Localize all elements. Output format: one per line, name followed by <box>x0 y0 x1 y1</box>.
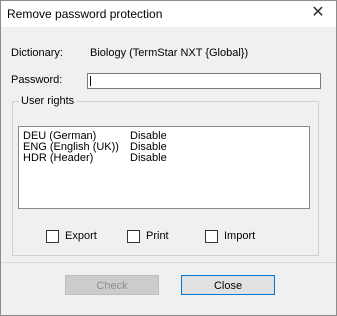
right-status: Disable <box>130 152 167 164</box>
user-rights-legend: User rights <box>19 95 77 107</box>
remove-password-dialog: Remove password protection ✕ Dictionary:… <box>0 0 337 316</box>
checkbox-box[interactable] <box>205 230 218 243</box>
password-label: Password: <box>11 74 63 86</box>
export-label[interactable]: Export <box>65 230 97 242</box>
check-button[interactable]: Check <box>65 275 159 295</box>
dictionary-label: Dictionary: <box>11 47 63 59</box>
user-rights-list[interactable]: DEU (German) Disable ENG (English (UK)) … <box>18 126 310 209</box>
title-bar: Remove password protection ✕ <box>1 1 336 27</box>
close-icon[interactable]: ✕ <box>310 4 326 22</box>
dictionary-value: Biology (TermStar NXT {Global}) <box>90 47 249 59</box>
close-button[interactable]: Close <box>181 275 275 295</box>
import-label[interactable]: Import <box>224 230 255 242</box>
language-name: HDR (Header) <box>23 152 94 164</box>
checkbox-box[interactable] <box>127 230 140 243</box>
print-label[interactable]: Print <box>146 230 169 242</box>
dialog-title: Remove password protection <box>7 7 163 21</box>
password-input[interactable] <box>87 73 321 89</box>
button-separator <box>1 262 336 263</box>
checkbox-box[interactable] <box>46 230 59 243</box>
text-caret <box>90 76 91 86</box>
